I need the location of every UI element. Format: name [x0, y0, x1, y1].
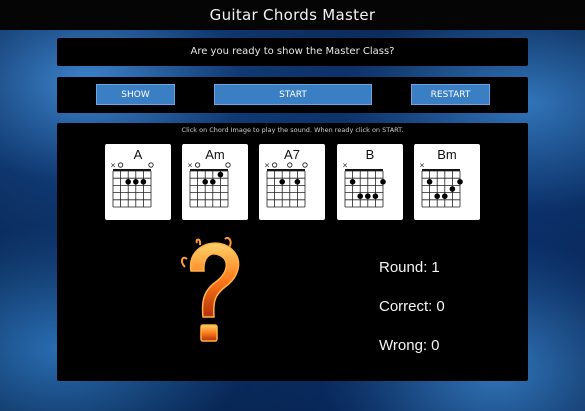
chord-card-a7[interactable]: × A7 [259, 144, 325, 220]
finger-dot [434, 193, 440, 199]
finger-dot [217, 171, 224, 178]
chord-card-am[interactable]: × Am [182, 144, 248, 220]
muted-string-marker: × [419, 162, 425, 170]
finger-dot [457, 179, 463, 185]
app-title: Guitar Chords Master [0, 0, 585, 30]
muted-string-marker: × [264, 162, 270, 170]
finger-dot [140, 179, 147, 185]
wrong-label: Wrong: [379, 337, 428, 354]
muted-string-marker: × [342, 162, 348, 170]
open-string-marker [118, 162, 124, 168]
chord-card-a[interactable]: × A [105, 144, 171, 220]
round-stat: Round: 1 [379, 259, 440, 276]
restart-button[interactable]: RESTART [411, 84, 490, 105]
flaming-question-mark-icon [180, 237, 240, 342]
wrong-value: 0 [431, 337, 440, 354]
prompt-text: Are you ready to show the Master Class? [190, 46, 395, 57]
finger-dot [357, 193, 363, 199]
finger-dot [294, 179, 301, 185]
finger-dot [125, 179, 131, 185]
chord-name: Bm [437, 147, 457, 162]
finger-dot [380, 179, 386, 185]
finger-dot [442, 193, 448, 199]
round-value: 1 [431, 259, 440, 276]
round-label: Round: [379, 259, 428, 276]
main-panel: Click on Chord Image to play the sound. … [57, 123, 528, 381]
controls-panel: SHOW START RESTART [57, 77, 528, 113]
wrong-stat: Wrong: 0 [379, 337, 439, 354]
finger-dot [449, 186, 456, 192]
chord-name: A [133, 147, 143, 162]
open-string-marker [225, 162, 231, 168]
finger-dot [279, 179, 285, 185]
instructions-text: Click on Chord Image to play the sound. … [181, 126, 404, 134]
show-button[interactable]: SHOW [96, 84, 175, 105]
finger-dot [349, 179, 356, 185]
finger-dot [372, 193, 379, 199]
finger-dot [365, 193, 371, 199]
open-string-marker [272, 162, 278, 168]
finger-dot [202, 179, 208, 185]
finger-dot [210, 179, 216, 185]
finger-dot [426, 179, 433, 185]
correct-stat: Correct: 0 [379, 298, 445, 315]
open-string-marker [302, 162, 308, 168]
muted-string-marker: × [110, 162, 116, 170]
finger-dot [133, 179, 139, 185]
muted-string-marker: × [187, 162, 193, 170]
chord-card-bm[interactable]: × Bm [414, 144, 480, 220]
chord-name: B [365, 147, 375, 162]
chord-name: A7 [284, 147, 300, 162]
open-string-marker [148, 162, 154, 168]
correct-value: 0 [436, 298, 445, 315]
start-button[interactable]: START [214, 84, 372, 105]
correct-label: Correct: [379, 298, 433, 315]
prompt-panel: Are you ready to show the Master Class? [57, 38, 528, 66]
chord-card-b[interactable]: × B [337, 144, 403, 220]
open-string-marker [287, 162, 293, 168]
chord-name: Am [205, 147, 225, 162]
open-string-marker [195, 162, 201, 168]
